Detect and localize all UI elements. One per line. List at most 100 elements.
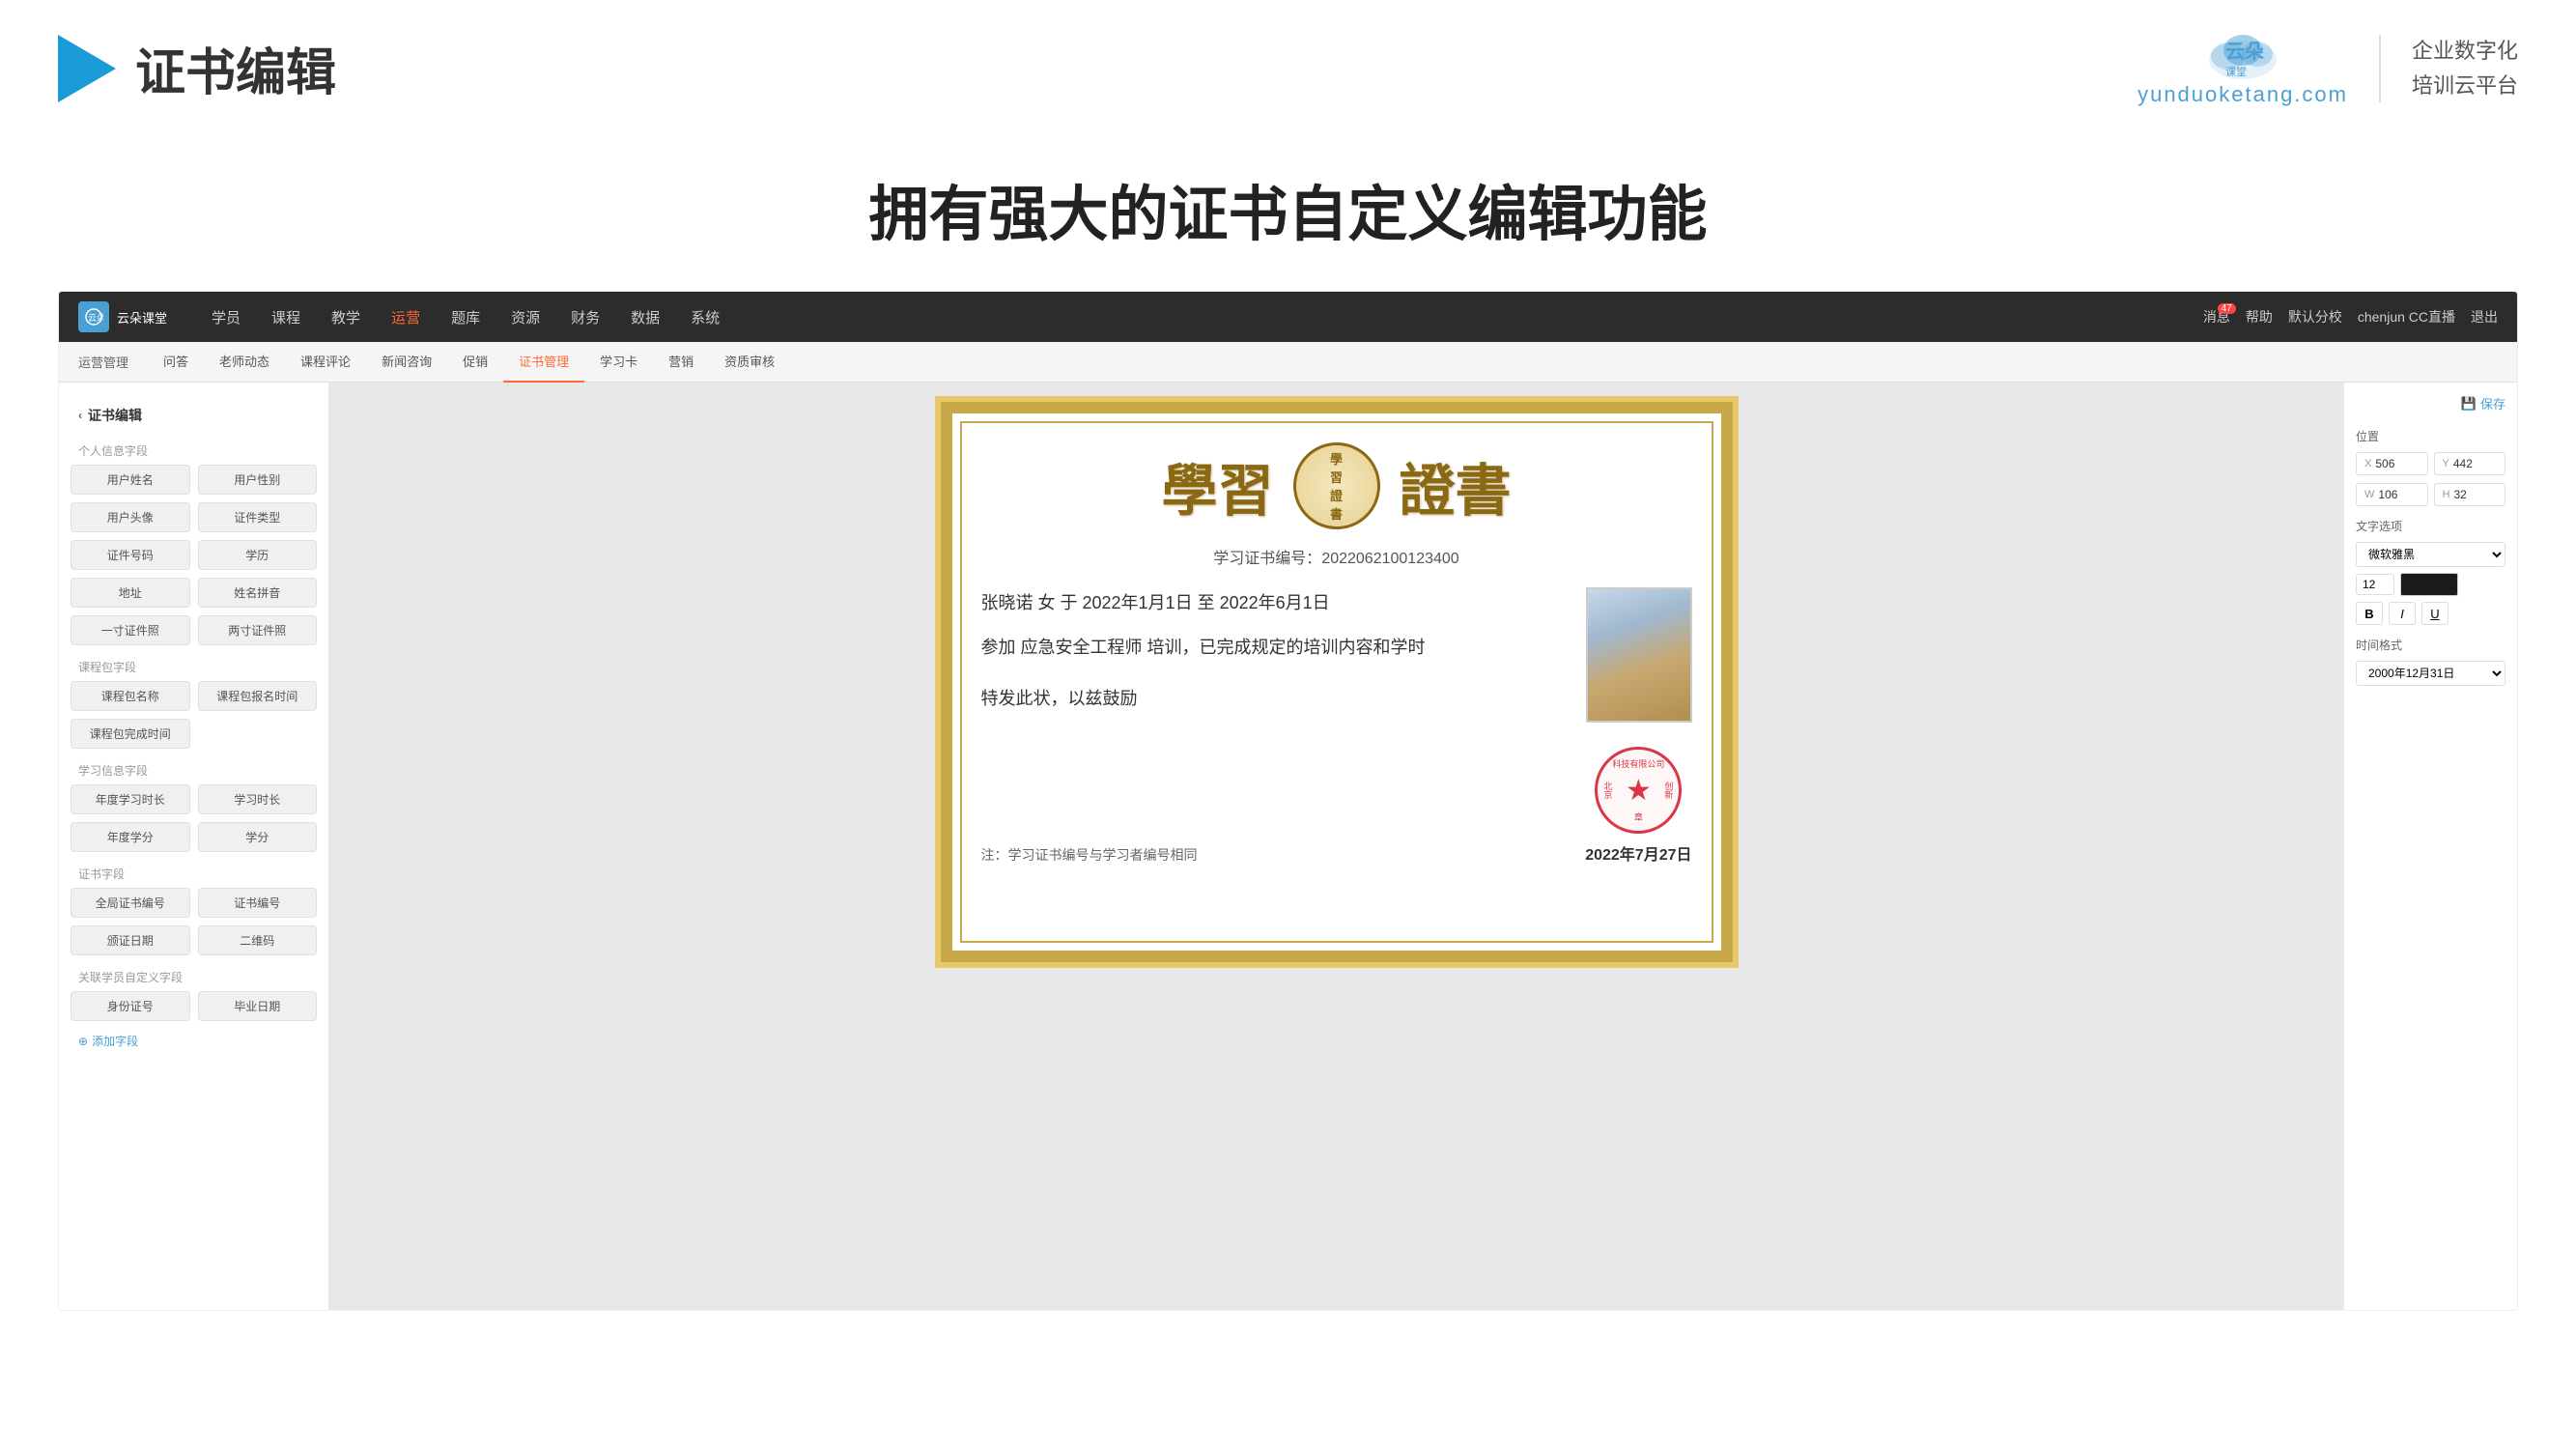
cert-date: 2022年7月27日 — [1585, 841, 1691, 865]
svg-text:云朵: 云朵 — [88, 313, 103, 323]
brand-cloud: 云朵 课堂 yunduoketang.com — [2137, 29, 2348, 107]
color-swatch[interactable] — [2400, 573, 2458, 596]
logout-btn[interactable]: 退出 — [2471, 307, 2498, 327]
cert-photo-placeholder — [1588, 589, 1690, 721]
y-input[interactable]: Y 442 — [2434, 452, 2506, 475]
top-nav: 云朵 云朵课堂 学员 课程 教学 运营 题库 资源 财务 数据 系统 消息 47… — [59, 292, 2517, 342]
h-input[interactable]: H 32 — [2434, 483, 2506, 506]
personal-fields: 用户姓名 用户性别 用户头像 证件类型 证件号码 学历 地址 姓名拼音 一寸证件… — [71, 465, 317, 645]
italic-button[interactable]: I — [2389, 602, 2416, 625]
body-layout: ‹ 证书编辑 个人信息字段 用户姓名 用户性别 用户头像 证件类型 证件号码 学… — [59, 383, 2517, 1310]
field-yearly-hours[interactable]: 年度学习时长 — [71, 784, 190, 814]
subnav-item-teacher[interactable]: 老师动态 — [204, 342, 285, 383]
field-username[interactable]: 用户姓名 — [71, 465, 190, 495]
field-graduation-date[interactable]: 毕业日期 — [198, 991, 318, 1021]
user-menu[interactable]: chenjun CC直播 — [2358, 307, 2455, 327]
field-gender[interactable]: 用户性别 — [198, 465, 318, 495]
cert-line3: 特发此状，以兹鼓励 — [981, 683, 1567, 714]
field-course-name[interactable]: 课程包名称 — [71, 681, 190, 711]
nav-item-resources[interactable]: 资源 — [495, 292, 555, 342]
certificate: 學習 學 習 證 書 證書 学习证书编号：20220 — [941, 402, 1733, 962]
subnav-item-review[interactable]: 课程评论 — [285, 342, 366, 383]
save-button[interactable]: 💾 保存 — [2461, 394, 2505, 412]
field-photo-2inch[interactable]: 两寸证件照 — [198, 615, 318, 645]
cert-fields: 全局证书编号 证书编号 颁证日期 二维码 — [71, 888, 317, 955]
section-learning-title: 学习信息字段 — [71, 753, 317, 784]
nav-item-data[interactable]: 数据 — [615, 292, 675, 342]
right-panel: 💾 保存 位置 X 506 Y 442 W 106 — [2343, 383, 2517, 1310]
subnav-item-qa[interactable]: 问答 — [148, 342, 204, 383]
field-id-card[interactable]: 身份证号 — [71, 991, 190, 1021]
subnav-item-card[interactable]: 学习卡 — [584, 342, 653, 383]
x-input[interactable]: X 506 — [2356, 452, 2428, 475]
cert-title-right: 證書 — [1400, 445, 1512, 526]
main-content: 云朵 云朵课堂 学员 课程 教学 运营 题库 资源 财务 数据 系统 消息 47… — [58, 291, 2518, 1311]
bold-button[interactable]: B — [2356, 602, 2383, 625]
nav-item-finance[interactable]: 财务 — [555, 292, 615, 342]
field-credits[interactable]: 学分 — [198, 822, 318, 852]
field-education[interactable]: 学历 — [198, 540, 318, 570]
page-subtitle: 拥有强大的证书自定义编辑功能 — [0, 165, 2576, 252]
font-selector[interactable]: 微软雅黑 — [2356, 542, 2505, 567]
learning-fields: 年度学习时长 学习时长 年度学分 学分 — [71, 784, 317, 852]
cert-stamp: 科技有限公司 ★ 章 北京 创新 — [1595, 747, 1682, 834]
field-course-signup[interactable]: 课程包报名时间 — [198, 681, 318, 711]
field-qrcode[interactable]: 二维码 — [198, 925, 318, 955]
notification-badge[interactable]: 消息 47 — [2203, 307, 2230, 327]
top-nav-right: 消息 47 帮助 默认分校 chenjun CC直播 退出 — [2203, 307, 2498, 327]
font-size-input[interactable] — [2356, 574, 2394, 595]
cert-body: 张晓诺 女 于 2022年1月1日 至 2022年6月1日 参加 应急安全工程师… — [981, 587, 1692, 727]
field-avatar[interactable]: 用户头像 — [71, 502, 190, 532]
field-id-type[interactable]: 证件类型 — [198, 502, 318, 532]
subnav-item-promo[interactable]: 促销 — [447, 342, 503, 383]
stamp-top-text: 科技有限公司 — [1612, 757, 1664, 770]
w-input[interactable]: W 106 — [2356, 483, 2428, 506]
field-issue-date[interactable]: 颁证日期 — [71, 925, 190, 955]
section-course-title: 课程包字段 — [71, 649, 317, 681]
subnav-item-marketing[interactable]: 营销 — [653, 342, 709, 383]
field-id-number[interactable]: 证件号码 — [71, 540, 190, 570]
subnav-item-cert[interactable]: 证书管理 — [503, 342, 584, 383]
nav-item-teaching[interactable]: 教学 — [316, 292, 376, 342]
field-course-complete[interactable]: 课程包完成时间 — [71, 719, 190, 749]
nav-item-system[interactable]: 系统 — [675, 292, 735, 342]
brand-divider — [2379, 35, 2381, 102]
field-yearly-credits[interactable]: 年度学分 — [71, 822, 190, 852]
cert-header: 學習 學 習 證 書 證書 — [981, 442, 1692, 529]
field-hours[interactable]: 学习时长 — [198, 784, 318, 814]
underline-button[interactable]: U — [2421, 602, 2449, 625]
nav-item-students[interactable]: 学员 — [196, 292, 256, 342]
svg-text:课堂: 课堂 — [2225, 66, 2247, 78]
help-link[interactable]: 帮助 — [2246, 307, 2273, 327]
brand-cloud-icon: 云朵 课堂 — [2204, 29, 2281, 82]
nav-item-courses[interactable]: 课程 — [256, 292, 316, 342]
subnav-item-news[interactable]: 新闻咨询 — [366, 342, 447, 383]
cert-footer: 注：学习证书编号与学习者编号相同 科技有限公司 ★ 章 北京 创新 2022年7… — [981, 747, 1692, 865]
cert-right-footer: 科技有限公司 ★ 章 北京 创新 2022年7月27日 — [1585, 747, 1691, 865]
brand-tagline: 企业数字化 培训云平台 — [2412, 34, 2518, 101]
subnav-item-qualification[interactable]: 资质审核 — [709, 342, 790, 383]
center-canvas: 學習 學 習 證 書 證書 学习证书编号：20220 — [329, 383, 2343, 1310]
field-global-cert-no[interactable]: 全局证书编号 — [71, 888, 190, 918]
sidebar-title: ‹ 证书编辑 — [71, 398, 317, 433]
add-field-button[interactable]: ⊕ 添加字段 — [71, 1025, 317, 1057]
cert-number: 学习证书编号：2022062100123400 — [981, 545, 1692, 568]
school-selector[interactable]: 默认分校 — [2288, 307, 2342, 327]
time-format-selector[interactable]: 2000年12月31日 — [2356, 661, 2505, 686]
nav-logo-text: 云朵课堂 — [117, 308, 167, 327]
nav-item-questions[interactable]: 题库 — [436, 292, 495, 342]
field-address[interactable]: 地址 — [71, 578, 190, 608]
section-personal-title: 个人信息字段 — [71, 433, 317, 465]
field-photo-1inch[interactable]: 一寸证件照 — [71, 615, 190, 645]
cert-seal-circle: 學 習 證 書 — [1293, 442, 1380, 529]
field-cert-no[interactable]: 证书编号 — [198, 888, 318, 918]
stamp-left-text: 北京 — [1601, 781, 1614, 799]
logo-area: 证书编辑 — [58, 32, 336, 104]
font-size-row — [2356, 573, 2505, 596]
section-custom-title: 关联学员自定义字段 — [71, 959, 317, 991]
nav-item-operations[interactable]: 运营 — [376, 292, 436, 342]
field-name-pinyin[interactable]: 姓名拼音 — [198, 578, 318, 608]
svg-text:云朵: 云朵 — [2225, 41, 2264, 63]
stamp-bottom-text: 章 — [1634, 810, 1643, 823]
top-nav-logo: 云朵 云朵课堂 — [78, 301, 167, 332]
